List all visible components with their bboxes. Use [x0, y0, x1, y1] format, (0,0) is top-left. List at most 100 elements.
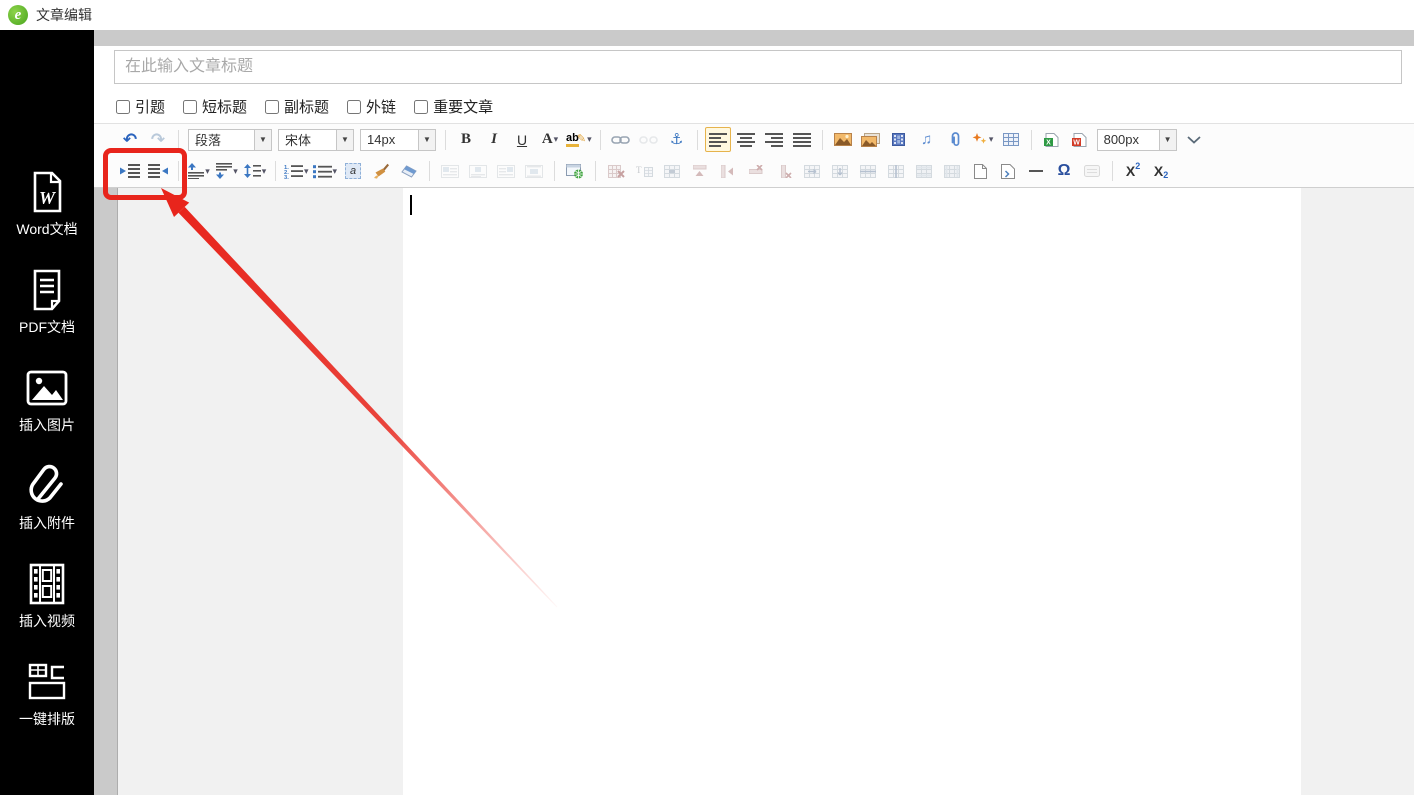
underline-button[interactable]: U — [509, 127, 535, 152]
chevron-down-icon[interactable]: ▼ — [254, 130, 271, 150]
delete-row-button — [743, 159, 769, 184]
font-size-select[interactable]: 14px▼ — [360, 129, 436, 151]
unlink-button — [636, 127, 662, 152]
paragraph-style-select[interactable]: 段落▼ — [188, 129, 272, 151]
merge-right-icon — [804, 165, 820, 178]
dropdown-caret-icon[interactable]: ▾ — [262, 167, 267, 176]
unordered-list-button[interactable]: ▾ — [312, 159, 339, 184]
toolbar-collapse-button[interactable] — [1181, 127, 1207, 152]
spacing-before-button[interactable]: ▾ — [186, 159, 212, 184]
page-width-select[interactable]: 800px▼ — [1097, 129, 1177, 151]
checkbox-short-title-input[interactable] — [183, 100, 197, 114]
chevron-down-icon[interactable]: ▼ — [1159, 130, 1176, 150]
checkbox-external-link-input[interactable] — [347, 100, 361, 114]
sidebar-item-insert-video[interactable]: 插入视频 — [0, 562, 94, 660]
undo-button[interactable]: ↶ — [117, 127, 143, 152]
indent-decrease-button[interactable] — [145, 159, 171, 184]
dropdown-caret-icon[interactable]: ▾ — [304, 167, 309, 176]
insert-link-button[interactable] — [608, 127, 634, 152]
sidebar-item-insert-attachment[interactable]: 插入附件 — [0, 464, 94, 562]
align-center-button[interactable] — [733, 127, 759, 152]
align-justify-button[interactable] — [789, 127, 815, 152]
font-color-button[interactable]: A▾ — [537, 127, 563, 152]
toolbar-separator — [554, 161, 555, 181]
checkbox-lead-title-input[interactable] — [116, 100, 130, 114]
bold-button[interactable]: B — [453, 127, 479, 152]
ordered-list-button[interactable]: 1.2.3.▾ — [283, 159, 310, 184]
spacing-after-button[interactable]: ▾ — [214, 159, 240, 184]
insert-music-button[interactable]: ♫ — [914, 127, 940, 152]
split-rows-button — [855, 159, 881, 184]
sidebar-item-insert-image[interactable]: 插入图片 — [0, 366, 94, 464]
superscript-button[interactable]: X2 — [1120, 159, 1146, 184]
editor-body[interactable] — [117, 188, 1414, 795]
horizontal-rule-button[interactable] — [1023, 159, 1049, 184]
import-word-button[interactable]: W — [1067, 127, 1093, 152]
subscript-button[interactable]: X2 — [1148, 159, 1174, 184]
merge-cells-button — [659, 159, 685, 184]
insert-image-button[interactable] — [830, 127, 856, 152]
format-brush-button[interactable] — [368, 159, 394, 184]
checkbox-important[interactable]: 重要文章 — [414, 96, 493, 117]
dropdown-caret-icon[interactable]: ▾ — [587, 135, 592, 144]
chevron-down-icon[interactable]: ▼ — [336, 130, 353, 150]
anchor-icon: ⚓ — [670, 132, 683, 147]
sidebar-item-label: PDF文档 — [19, 317, 75, 337]
toolbar-separator — [275, 161, 276, 181]
clear-format-button[interactable] — [396, 159, 422, 184]
insert-link-icon — [611, 135, 630, 145]
magic-effects-button[interactable]: ▾ — [970, 127, 996, 152]
checkbox-short-title[interactable]: 短标题 — [183, 96, 247, 117]
dropdown-caret-icon[interactable]: ▾ — [205, 167, 210, 176]
line-spacing-button[interactable]: ▾ — [242, 159, 268, 184]
checkbox-label: 引题 — [135, 96, 165, 117]
anchor-button[interactable]: ⚓ — [664, 127, 690, 152]
highlight-button[interactable]: ab✎▾ — [565, 127, 593, 152]
import-excel-button[interactable]: X — [1039, 127, 1065, 152]
dropdown-caret-icon[interactable]: ▾ — [989, 135, 994, 144]
insert-video-button[interactable] — [886, 127, 912, 152]
insert-attachment-button[interactable] — [942, 127, 968, 152]
align-justify-icon — [793, 133, 811, 147]
editor-page[interactable] — [403, 188, 1301, 795]
font-family-select[interactable]: 宋体▼ — [278, 129, 354, 151]
insert-template-icon — [1001, 164, 1015, 179]
delete-table-button — [603, 159, 629, 184]
sidebar-item-one-click-layout[interactable]: 一键排版 — [0, 660, 94, 758]
sidebar-item-pdf-doc[interactable]: PDF文档 — [0, 268, 94, 366]
indent-increase-button[interactable] — [117, 159, 143, 184]
insert-table-button[interactable] — [998, 127, 1024, 152]
italic-button[interactable]: I — [481, 127, 507, 152]
align-left-button[interactable] — [705, 127, 731, 152]
insert-video-icon — [892, 133, 905, 146]
font-size-value: 14px — [361, 132, 418, 147]
checkbox-sub-title[interactable]: 副标题 — [265, 96, 329, 117]
sidebar: WWord文档 PDF文档插入图片插入附件插入视频一键排版 — [0, 30, 94, 795]
layout-icon — [27, 660, 67, 704]
insert-template-button[interactable] — [995, 159, 1021, 184]
dropdown-caret-icon[interactable]: ▾ — [333, 167, 338, 176]
dropdown-caret-icon[interactable]: ▾ — [554, 135, 559, 144]
sidebar-item-word-doc[interactable]: WWord文档 — [0, 170, 94, 268]
dropdown-caret-icon[interactable]: ▾ — [233, 167, 238, 176]
insert-attachment-icon — [948, 132, 962, 147]
undo-icon: ↶ — [123, 131, 137, 148]
article-title-input[interactable] — [114, 50, 1402, 84]
checkbox-external-link[interactable]: 外链 — [347, 96, 396, 117]
insert-row-button — [687, 159, 713, 184]
special-char-button[interactable]: Ω — [1051, 159, 1077, 184]
insert-row-icon — [693, 165, 708, 178]
checkbox-important-input[interactable] — [414, 100, 428, 114]
checkbox-label: 重要文章 — [433, 96, 493, 117]
auto-typeset-button[interactable]: a — [340, 159, 366, 184]
merge-down-button — [827, 159, 853, 184]
redo-button[interactable]: ↷ — [145, 127, 171, 152]
multi-image-button[interactable] — [858, 127, 884, 152]
preview-button[interactable] — [562, 159, 588, 184]
chevron-down-icon[interactable]: ▼ — [418, 130, 435, 150]
insert-page-button[interactable] — [967, 159, 993, 184]
merge-cells-icon — [664, 165, 680, 178]
checkbox-lead-title[interactable]: 引题 — [116, 96, 165, 117]
checkbox-sub-title-input[interactable] — [265, 100, 279, 114]
align-right-button[interactable] — [761, 127, 787, 152]
